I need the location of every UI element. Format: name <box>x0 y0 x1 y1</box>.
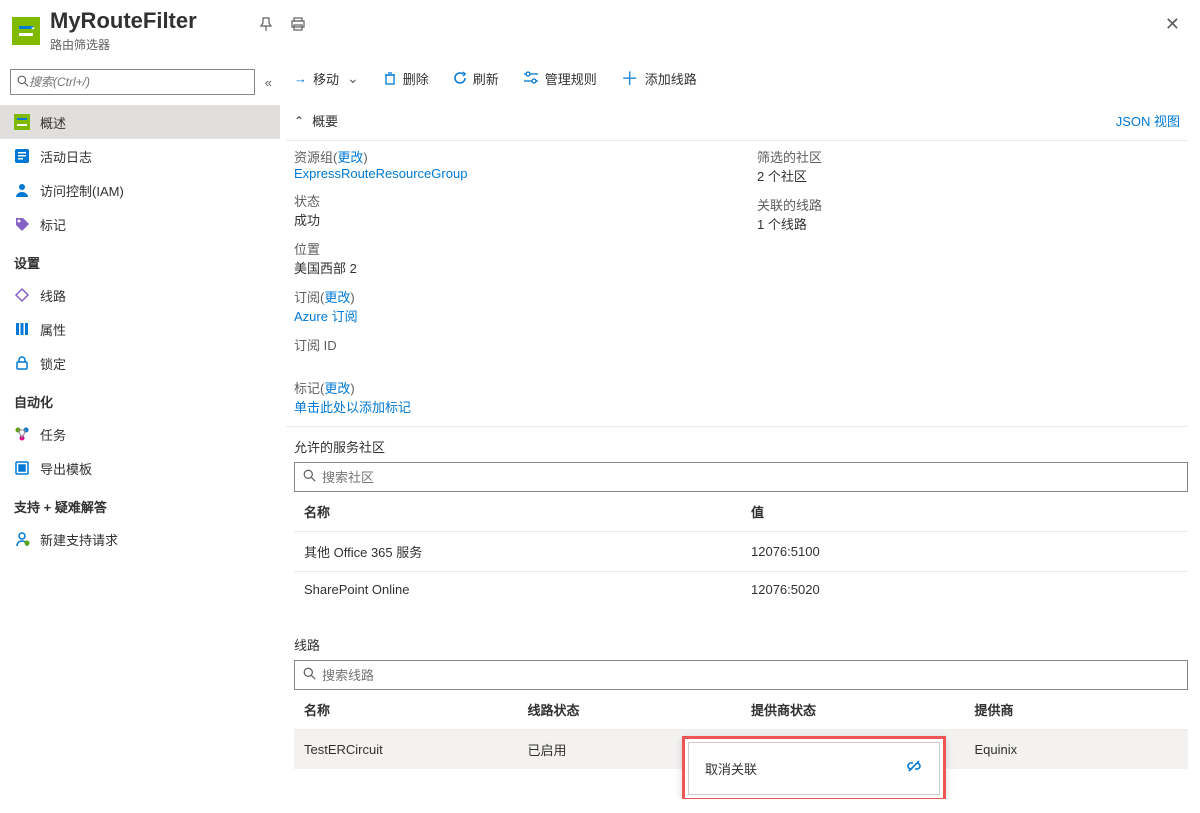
change-tags-link[interactable]: 更改 <box>324 381 350 396</box>
sidebar-section-support: 支持 + 疑难解答 <box>0 485 280 522</box>
settings-sliders-icon <box>523 71 539 85</box>
add-tags-link[interactable]: 单击此处以添加标记 <box>294 397 1180 416</box>
ess-value-status: 成功 <box>294 210 717 229</box>
ess-label-tags: 标记(更改) <box>294 378 1180 397</box>
subscription-link[interactable]: Azure 订阅 <box>294 306 717 325</box>
col-provider-status[interactable]: 提供商状态 <box>741 690 965 730</box>
sidebar-item-tasks[interactable]: 任务 <box>0 417 280 451</box>
collapse-sidebar-icon[interactable]: « <box>265 75 272 90</box>
json-view-link[interactable]: JSON 视图 <box>1116 111 1180 130</box>
sidebar-item-label: 访问控制(IAM) <box>40 181 124 200</box>
page-title: MyRouteFilter <box>50 8 1188 34</box>
change-resource-group-link[interactable]: 更改 <box>337 150 363 165</box>
sidebar-item-activity-log[interactable]: 活动日志 <box>0 139 280 173</box>
sidebar-item-label: 任务 <box>40 425 66 444</box>
col-value[interactable]: 值 <box>741 492 1188 532</box>
sidebar-item-label: 锁定 <box>40 354 66 373</box>
col-name[interactable]: 名称 <box>294 690 518 730</box>
sidebar: « 概述 活动日志 访问控制(IAM) 标记 设置 线路 属性 锁 <box>0 57 280 799</box>
sidebar-item-label: 标记 <box>40 215 66 234</box>
sidebar-item-label: 新建支持请求 <box>40 530 118 549</box>
search-icon <box>303 469 316 485</box>
iam-icon <box>14 182 30 198</box>
overview-title: 概要 <box>312 111 338 130</box>
communities-search-input[interactable] <box>322 470 1179 485</box>
disconnect-icon <box>905 757 923 780</box>
pin-icon[interactable] <box>258 16 274 35</box>
sidebar-item-circuits[interactable]: 线路 <box>0 278 280 312</box>
communities-table: 名称 值 其他 Office 365 服务12076:5100 SharePoi… <box>294 492 1188 607</box>
refresh-button[interactable]: 刷新 <box>453 69 499 88</box>
change-subscription-link[interactable]: 更改 <box>324 290 350 305</box>
support-icon <box>14 531 30 547</box>
lock-icon <box>14 355 30 371</box>
manage-rules-button[interactable]: 管理规则 <box>523 69 597 88</box>
search-icon <box>303 667 316 683</box>
col-status[interactable]: 线路状态 <box>518 690 742 730</box>
export-icon <box>14 460 30 476</box>
sidebar-item-iam[interactable]: 访问控制(IAM) <box>0 173 280 207</box>
arrow-right-icon: → <box>294 71 307 86</box>
sidebar-item-export[interactable]: 导出模板 <box>0 451 280 485</box>
ess-label-subscription: 订阅(更改) <box>294 287 717 306</box>
sidebar-search-input[interactable] <box>29 75 248 89</box>
sidebar-section-automation: 自动化 <box>0 380 280 417</box>
add-circuit-button[interactable]: ＋ 添加线路 <box>621 65 697 91</box>
context-menu: 取消关联 <box>682 736 946 799</box>
refresh-icon <box>453 71 467 85</box>
table-row[interactable]: SharePoint Online12076:5020 <box>294 572 1188 608</box>
sidebar-item-label: 活动日志 <box>40 147 92 166</box>
move-button[interactable]: → 移动 <box>294 69 359 88</box>
sidebar-item-tags[interactable]: 标记 <box>0 207 280 241</box>
communities-search[interactable] <box>294 462 1188 492</box>
sidebar-item-label: 线路 <box>40 286 66 305</box>
disassociate-button[interactable]: 取消关联 <box>688 742 940 795</box>
resource-group-link[interactable]: ExpressRouteResourceGroup <box>294 166 717 181</box>
tag-icon <box>14 216 30 232</box>
ess-label-location: 位置 <box>294 239 717 258</box>
toolbar: → 移动 删除 刷新 管理规则 ＋ 添加线路 <box>286 57 1188 105</box>
ess-value-communities: 2 个社区 <box>757 166 1180 185</box>
plus-icon: ＋ <box>621 65 639 91</box>
table-row[interactable]: 其他 Office 365 服务12076:5100 <box>294 532 1188 572</box>
sidebar-section-settings: 设置 <box>0 241 280 278</box>
circuits-title: 线路 <box>286 625 1188 660</box>
circuits-search[interactable] <box>294 660 1188 690</box>
ess-value-location: 美国西部 2 <box>294 258 717 277</box>
sidebar-item-label: 概述 <box>40 113 66 132</box>
properties-icon <box>14 321 30 337</box>
ess-label-circuits: 关联的线路 <box>757 195 1180 214</box>
sidebar-item-label: 属性 <box>40 320 66 339</box>
page-subtitle: 路由筛选器 <box>50 36 1188 53</box>
trash-icon <box>383 71 397 85</box>
col-name[interactable]: 名称 <box>294 492 741 532</box>
ess-label-status: 状态 <box>294 191 717 210</box>
sidebar-item-locks[interactable]: 锁定 <box>0 346 280 380</box>
circuits-search-input[interactable] <box>322 668 1179 683</box>
ess-value-circuits: 1 个线路 <box>757 214 1180 233</box>
communities-title: 允许的服务社区 <box>286 427 1188 462</box>
resource-icon <box>12 17 40 45</box>
sidebar-item-properties[interactable]: 属性 <box>0 312 280 346</box>
ess-label-subscription-id: 订阅 ID <box>294 335 717 354</box>
print-icon[interactable] <box>290 16 306 35</box>
sidebar-item-support-request[interactable]: 新建支持请求 <box>0 522 280 556</box>
circuit-icon <box>14 287 30 303</box>
route-filter-icon <box>14 114 30 130</box>
essentials-grid: 资源组(更改) ExpressRouteResourceGroup 状态 成功 … <box>286 147 1188 378</box>
chevron-up-icon[interactable]: ⌃ <box>294 114 304 128</box>
sidebar-search[interactable] <box>10 69 255 95</box>
content-area: → 移动 删除 刷新 管理规则 ＋ 添加线路 ⌃ 概要 JSON <box>280 57 1200 799</box>
search-icon <box>17 75 29 90</box>
sidebar-item-overview[interactable]: 概述 <box>0 105 280 139</box>
close-icon[interactable]: ✕ <box>1165 14 1180 35</box>
tasks-icon <box>14 426 30 442</box>
delete-button[interactable]: 删除 <box>383 69 429 88</box>
ess-label-resource-group: 资源组(更改) <box>294 147 717 166</box>
col-provider[interactable]: 提供商 <box>965 690 1189 730</box>
sidebar-item-label: 导出模板 <box>40 459 92 478</box>
activity-log-icon <box>14 148 30 164</box>
ess-label-communities: 筛选的社区 <box>757 147 1180 166</box>
